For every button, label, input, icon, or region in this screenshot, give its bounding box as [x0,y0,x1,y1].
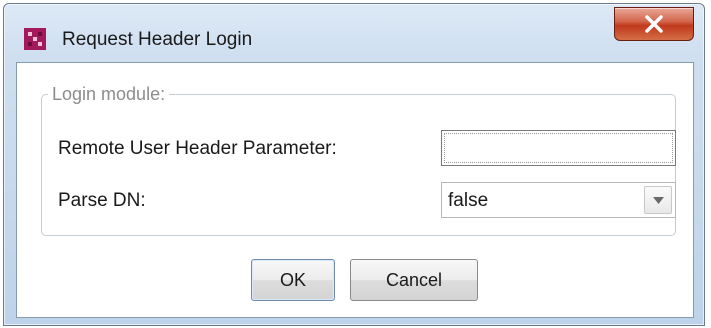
window-title: Request Header Login [62,29,253,50]
remote-user-header-input[interactable] [441,130,676,166]
title-bar[interactable]: Request Header Login [4,4,704,62]
remote-user-header-label: Remote User Header Parameter: [58,138,337,159]
ok-button[interactable]: OK [251,259,335,301]
dialog-window: Request Header Login Login module: Remot… [3,3,705,326]
chevron-down-icon [653,197,664,204]
app-logo-icon [24,28,46,50]
parse-dn-value: false [448,190,489,211]
parse-dn-select[interactable]: false [441,182,676,218]
close-button[interactable] [614,7,694,41]
close-icon [645,15,663,33]
dialog-content: Login module: Remote User Header Paramet… [16,62,694,318]
parse-dn-dropdown-button[interactable] [644,186,672,214]
cancel-button[interactable]: Cancel [350,259,478,301]
group-legend: Login module: [48,84,170,105]
parse-dn-label: Parse DN: [58,190,146,211]
